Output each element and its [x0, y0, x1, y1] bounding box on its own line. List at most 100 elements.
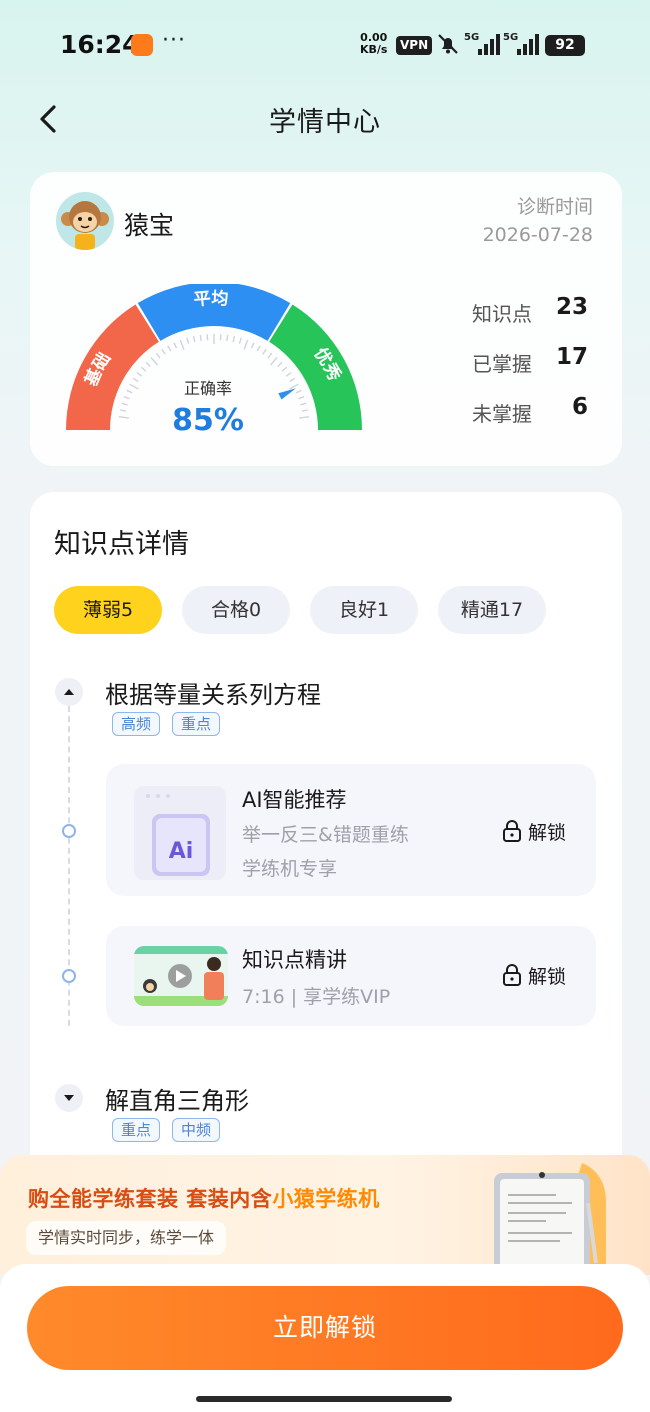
network-speed: 0.00 KB/s — [360, 32, 387, 56]
learning-device-image — [494, 1163, 606, 1275]
stat-row: 知识点 23 — [472, 292, 602, 342]
timeline-node — [62, 824, 76, 838]
tag-key-point: 重点 — [172, 712, 221, 736]
notification-app-icon — [131, 34, 153, 56]
gauge-tick — [289, 383, 299, 390]
gauge-tick — [126, 389, 133, 394]
gauge-tick — [226, 334, 229, 342]
promo-title-text: 购全能学练套装 套装内含 — [28, 1187, 273, 1211]
stat-value: 6 — [571, 394, 588, 420]
promo-banner[interactable]: 购全能学练套装 套装内含小猿学练机 学情实时同步，练学一体 — [0, 1155, 650, 1275]
tab-good[interactable]: 良好1 — [310, 586, 418, 634]
bottom-bar: 立即解锁 — [0, 1264, 650, 1412]
avatar — [56, 192, 114, 250]
resource-title: 知识点精讲 — [242, 948, 347, 972]
monkey-avatar-icon — [61, 201, 109, 250]
more-notifications-icon: ··· — [162, 28, 186, 53]
resource-ai-recommend[interactable]: Ai AI智能推荐 举一反三&错题重练 学练机专享 解锁 — [106, 764, 596, 896]
gauge-value: 85% — [172, 403, 244, 434]
gauge-tick — [129, 383, 139, 390]
resource-title: AI智能推荐 — [242, 788, 347, 812]
resource-subtitle-2: 学练机专享 — [242, 858, 338, 880]
section-title: 知识点详情 — [54, 529, 189, 560]
user-name: 猿宝 — [124, 211, 175, 240]
gauge-tick — [121, 402, 128, 406]
resource-lecture[interactable]: 知识点精讲 7:16 | 享学练VIP 解锁 — [106, 926, 596, 1026]
knowledge-point-title[interactable]: 解直角三角形 — [105, 1081, 249, 1116]
tag-high-frequency: 高频 — [112, 712, 161, 736]
tab-pass[interactable]: 合格0 — [182, 586, 290, 634]
gauge-tick — [299, 415, 310, 419]
unlock-now-button[interactable]: 立即解锁 — [27, 1286, 623, 1370]
gauge-tick — [232, 336, 236, 343]
stat-label: 未掌握 — [472, 402, 532, 426]
gauge-tick — [243, 339, 249, 350]
gauge-tick — [238, 337, 242, 344]
gauge-tick — [298, 396, 305, 400]
gauge-tick — [118, 415, 129, 419]
gauge-tick — [199, 334, 202, 342]
stat-row: 未掌握 6 — [472, 392, 602, 442]
unlock-label: 解锁 — [527, 966, 566, 988]
gauge-tick — [179, 339, 185, 350]
tab-master[interactable]: 精通17 — [438, 586, 546, 634]
signal-1-icon: 5G — [464, 32, 500, 55]
knowledge-details-card: 知识点详情 薄弱5 合格0 良好1 精通17 根据等量关系列方程 高频 重点 A… — [30, 492, 622, 1192]
gauge-tick — [136, 372, 143, 377]
vpn-badge: VPN — [396, 36, 433, 55]
gauge-segment-excellent — [269, 304, 362, 430]
unlock-button[interactable]: 解锁 — [502, 818, 566, 845]
gauge-tick — [281, 366, 288, 372]
accuracy-gauge: 基础 平均 优秀 正确率 85% — [66, 284, 362, 434]
timeline-node — [62, 969, 76, 983]
stat-value: 17 — [555, 344, 588, 370]
gauge-tick — [295, 389, 302, 394]
tag-key-point: 重点 — [112, 1118, 161, 1142]
status-time: 16:24 — [60, 30, 140, 59]
gauge-tick — [269, 357, 278, 366]
gauge-needle — [278, 388, 296, 400]
gauge-tick — [256, 345, 261, 352]
caret-up-icon — [64, 689, 74, 695]
gauge-tick — [192, 336, 196, 343]
video-thumbnail — [134, 946, 228, 1006]
lock-icon — [502, 820, 521, 842]
gauge-tick — [155, 352, 161, 359]
svg-text:5G: 5G — [503, 32, 518, 43]
tab-weak[interactable]: 薄弱5 — [54, 586, 162, 634]
tag-mid-frequency: 中频 — [172, 1118, 221, 1142]
gauge-tick — [267, 352, 273, 359]
network-speed-unit: KB/s — [360, 43, 388, 56]
ai-thumbnail: Ai — [134, 786, 226, 880]
gauge-tick — [277, 361, 283, 367]
gauge-caption: 正确率 — [184, 379, 232, 398]
signal-2-icon: 5G — [503, 32, 539, 55]
mute-bell-icon — [438, 34, 458, 54]
home-indicator — [196, 1396, 452, 1402]
unlock-button[interactable]: 解锁 — [502, 962, 566, 989]
gauge-tick — [173, 342, 178, 349]
gauge-tick — [250, 342, 255, 349]
gauge-tick — [301, 409, 309, 412]
status-bar: 16:24 ··· 0.00 KB/s VPN 5G 5G 92 — [0, 0, 650, 90]
gauge-tick — [167, 345, 172, 352]
gauge-tick — [285, 372, 292, 377]
gauge-tick — [150, 357, 159, 366]
gauge-segment-basic — [66, 304, 159, 430]
page-title: 学情中心 — [269, 107, 381, 138]
lock-icon — [502, 964, 521, 986]
stats-list: 知识点 23 已掌握 17 未掌握 6 — [472, 292, 602, 442]
resource-subtitle: 举一反三&错题重练 — [242, 824, 409, 846]
resource-subtitle: 7:16 | 享学练VIP — [242, 986, 391, 1008]
svg-text:5G: 5G — [464, 32, 479, 43]
knowledge-point-title[interactable]: 根据等量关系列方程 — [105, 675, 321, 710]
gauge-tick — [132, 377, 139, 383]
gauge-tick — [300, 402, 307, 406]
expand-toggle[interactable] — [55, 1084, 83, 1112]
stat-value: 23 — [555, 294, 588, 320]
stat-label: 知识点 — [472, 302, 532, 326]
summary-card: 猿宝 诊断时间 2026-07-28 基础 平均 优秀 正确率 85% 知识点 … — [30, 172, 622, 466]
collapse-toggle[interactable] — [55, 678, 83, 706]
gauge-tick — [289, 377, 296, 383]
promo-title-highlight: 小猿学练机 — [272, 1187, 380, 1211]
